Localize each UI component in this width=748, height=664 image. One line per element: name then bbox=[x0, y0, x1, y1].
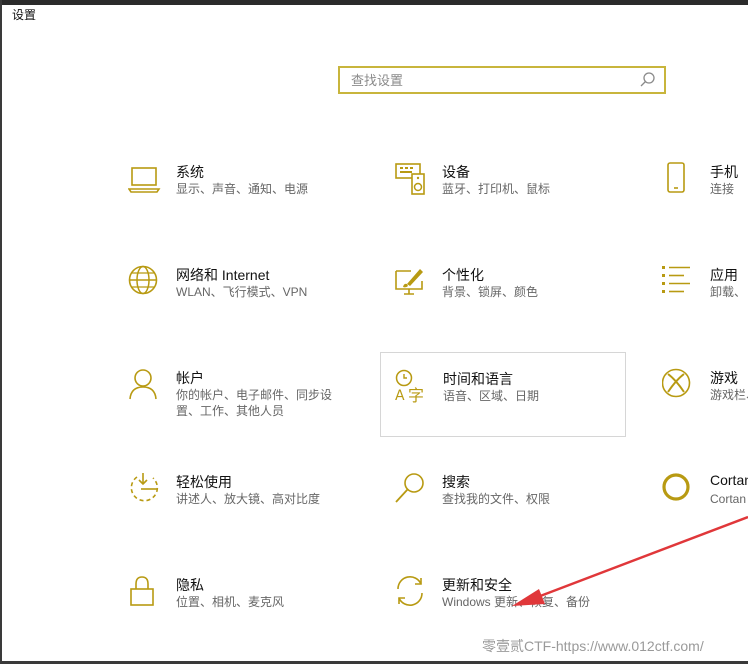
sync-icon bbox=[394, 575, 428, 609]
tile-title: 帐户 bbox=[176, 370, 204, 386]
tile-title: 搜索 bbox=[442, 474, 470, 490]
lock-icon bbox=[128, 575, 162, 609]
tile-description: Windows 更新、恢复、备份 bbox=[442, 595, 591, 609]
tile-title: 时间和语言 bbox=[443, 371, 513, 387]
tile-cortana[interactable]: Cortan Cortan bbox=[662, 472, 748, 532]
tile-description: 游戏栏、 bbox=[710, 388, 748, 402]
laptop-icon bbox=[128, 162, 162, 196]
red-arrow-annotation bbox=[512, 515, 748, 606]
tile-description: 显示、声音、通知、电源 bbox=[176, 182, 309, 196]
xbox-icon bbox=[662, 368, 696, 402]
tile-description-line1: 你的帐户、电子邮件、同步设 bbox=[176, 388, 333, 402]
title-bar bbox=[0, 0, 748, 5]
tile-description-line2: 置、工作、其他人员 bbox=[176, 404, 285, 418]
time-language-icon: A字 bbox=[394, 369, 428, 403]
tile-description: 你的帐户、电子邮件、同步设 置、工作、其他人员 bbox=[176, 387, 332, 419]
tile-gaming[interactable]: 游戏 游戏栏、 bbox=[662, 368, 748, 428]
tile-description: Cortan bbox=[710, 492, 747, 506]
tile-description: 语音、区域、日期 bbox=[443, 389, 540, 403]
tile-personalization[interactable]: 个性化 背景、锁屏、颜色 bbox=[394, 265, 624, 325]
devices-icon bbox=[394, 162, 428, 196]
tile-description: 位置、相机、麦克风 bbox=[176, 595, 285, 609]
tile-title: 手机 bbox=[710, 164, 738, 180]
svg-text:A: A bbox=[395, 388, 405, 403]
tile-search[interactable]: 搜索 查找我的文件、权限 bbox=[394, 472, 624, 532]
tile-description: 查找我的文件、权限 bbox=[442, 492, 551, 506]
tile-description: 卸载、 bbox=[710, 285, 747, 299]
tile-title: Cortan bbox=[710, 472, 748, 488]
apps-icon bbox=[662, 265, 696, 299]
tile-apps[interactable]: 应用 卸载、 bbox=[662, 265, 748, 325]
window-border bbox=[0, 0, 2, 664]
tile-title: 应用 bbox=[710, 267, 738, 283]
tile-ease-of-access[interactable]: 轻松使用 讲述人、放大镜、高对比度 bbox=[128, 472, 368, 532]
tile-phone[interactable]: 手机 连接 bbox=[662, 162, 748, 222]
tile-system[interactable]: 系统 显示、声音、通知、电源 bbox=[128, 162, 368, 222]
person-icon bbox=[128, 368, 162, 402]
window-title: 设置 bbox=[12, 8, 37, 22]
tile-title: 设备 bbox=[442, 164, 470, 180]
tile-accounts[interactable]: 帐户 你的帐户、电子邮件、同步设 置、工作、其他人员 bbox=[128, 368, 368, 428]
tile-privacy[interactable]: 隐私 位置、相机、麦克风 bbox=[128, 575, 368, 635]
tile-description: 蓝牙、打印机、鼠标 bbox=[442, 182, 551, 196]
tile-title: 系统 bbox=[176, 164, 204, 180]
search-icon bbox=[638, 70, 658, 90]
cortana-icon bbox=[662, 472, 696, 506]
tile-title: 更新和安全 bbox=[442, 577, 512, 593]
tile-description: 连接 bbox=[710, 182, 735, 196]
svg-text:字: 字 bbox=[408, 386, 424, 403]
search-box[interactable] bbox=[338, 66, 666, 94]
search-input[interactable] bbox=[349, 71, 638, 89]
tile-title: 轻松使用 bbox=[176, 474, 232, 490]
tile-network[interactable]: 网络和 Internet WLAN、飞行模式、VPN bbox=[128, 265, 368, 325]
personalization-icon bbox=[394, 265, 428, 299]
tile-title: 游戏 bbox=[710, 370, 738, 386]
watermark: 零壹贰CTF-https://www.012ctf.com/ bbox=[482, 638, 704, 654]
tile-description: WLAN、飞行模式、VPN bbox=[176, 285, 308, 299]
tile-title: 隐私 bbox=[176, 577, 204, 593]
tile-description: 背景、锁屏、颜色 bbox=[442, 285, 539, 299]
tile-description: 讲述人、放大镜、高对比度 bbox=[176, 492, 321, 506]
tile-time-language[interactable]: A字 时间和语言 语音、区域、日期 bbox=[380, 352, 626, 437]
magnifier-icon bbox=[394, 472, 428, 506]
globe-icon bbox=[128, 265, 162, 299]
tile-update-security[interactable]: 更新和安全 Windows 更新、恢复、备份 bbox=[394, 575, 624, 635]
phone-icon bbox=[662, 162, 696, 196]
tile-devices[interactable]: 设备 蓝牙、打印机、鼠标 bbox=[394, 162, 624, 222]
tile-title: 个性化 bbox=[442, 267, 484, 283]
tile-title: 网络和 Internet bbox=[176, 267, 270, 283]
ease-of-access-icon bbox=[128, 472, 162, 506]
